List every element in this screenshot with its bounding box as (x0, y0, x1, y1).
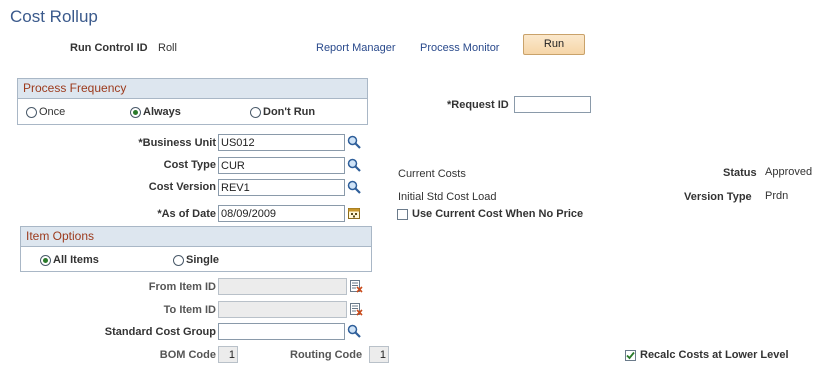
cost-version-lookup-icon[interactable] (347, 180, 361, 194)
radio-once[interactable]: Once (26, 106, 65, 118)
calendar-icon[interactable] (347, 206, 361, 220)
cost-type-label: Cost Type (163, 159, 216, 171)
radio-single-circle[interactable] (173, 254, 184, 266)
radio-always-label: Always (143, 106, 181, 119)
run-button[interactable]: Run (523, 34, 585, 55)
recalc-costs-label: Recalc Costs at Lower Level (640, 349, 789, 362)
status-value: Approved (765, 166, 813, 178)
bom-code-label: BOM Code (159, 349, 216, 361)
radio-all-items-circle[interactable] (40, 254, 51, 266)
page-title: Cost Rollup (10, 7, 98, 26)
radio-always[interactable]: Always (130, 106, 181, 118)
process-frequency-title: Process Frequency (18, 79, 367, 99)
run-control-label: Run Control ID (70, 42, 148, 54)
use-current-cost-checkbox[interactable]: Use Current Cost When No Price (397, 208, 583, 220)
std-cost-group-label: Standard Cost Group (104, 326, 216, 338)
request-id-label: *Request ID (447, 99, 509, 111)
cost-type-description: Current Costs (398, 168, 466, 180)
item-options-group: Item Options All Items Single (20, 226, 372, 272)
radio-dont-run[interactable]: Don't Run (250, 106, 315, 118)
business-unit-input[interactable] (218, 134, 345, 151)
radio-once-circle[interactable] (26, 106, 37, 118)
recalc-costs-checkbox[interactable]: Recalc Costs at Lower Level (625, 349, 789, 361)
radio-all-items[interactable]: All Items (40, 254, 99, 266)
cost-version-label: Cost Version (148, 181, 216, 193)
version-type-value: Prdn (765, 190, 789, 202)
std-cost-group-input[interactable] (218, 323, 345, 340)
to-item-input[interactable] (218, 301, 347, 318)
from-item-input[interactable] (218, 278, 347, 295)
cost-type-input[interactable] (218, 157, 345, 174)
radio-always-circle[interactable] (130, 106, 141, 118)
use-current-cost-box[interactable] (397, 208, 408, 220)
cost-version-description: Initial Std Cost Load (398, 191, 497, 203)
status-label: Status (723, 167, 757, 179)
cost-type-lookup-icon[interactable] (347, 158, 361, 172)
bom-code-input[interactable] (218, 346, 238, 363)
process-frequency-group: Process Frequency Once Always Don't Run (17, 78, 368, 125)
routing-code-input[interactable] (369, 346, 389, 363)
process-monitor-link[interactable]: Process Monitor (420, 42, 499, 54)
from-item-lookup-icon[interactable] (349, 279, 363, 293)
cost-version-input[interactable] (218, 179, 345, 196)
item-options-title: Item Options (21, 227, 371, 247)
recalc-costs-box[interactable] (625, 349, 636, 361)
business-unit-label: *Business Unit (138, 137, 216, 149)
business-unit-lookup-icon[interactable] (347, 135, 361, 149)
routing-code-label: Routing Code (290, 349, 363, 361)
request-id-input[interactable] (514, 96, 591, 113)
as-of-date-input[interactable] (218, 205, 345, 222)
to-item-label: To Item ID (163, 304, 216, 316)
radio-single-label: Single (186, 254, 220, 267)
run-control-value: Roll (158, 42, 177, 54)
std-cost-group-lookup-icon[interactable] (347, 324, 361, 338)
checkmark-icon (626, 351, 635, 359)
radio-single[interactable]: Single (173, 254, 219, 266)
radio-dont-run-circle[interactable] (250, 106, 261, 118)
radio-dont-run-label: Don't Run (263, 106, 316, 119)
as-of-date-label: *As of Date (157, 208, 216, 220)
to-item-lookup-icon[interactable] (349, 302, 363, 316)
radio-all-items-label: All Items (53, 254, 99, 267)
version-type-label: Version Type (684, 191, 752, 203)
use-current-cost-label: Use Current Cost When No Price (412, 208, 584, 221)
report-manager-link[interactable]: Report Manager (316, 42, 396, 54)
radio-once-label: Once (39, 106, 66, 119)
from-item-label: From Item ID (148, 281, 216, 293)
